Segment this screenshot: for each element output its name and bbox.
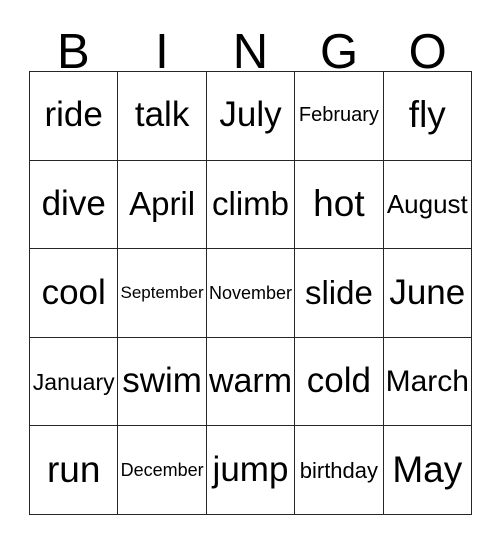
bingo-cell-r5c1[interactable]: run [30, 426, 119, 515]
bingo-header-letter-g: G [320, 24, 359, 79]
bingo-cell-r3c1[interactable]: cool [30, 249, 119, 338]
bingo-cell-label: cool [41, 272, 106, 312]
bingo-cell-r3c5[interactable]: June [383, 249, 472, 338]
bingo-cell-label: January [32, 368, 115, 395]
bingo-cell-label: November [208, 282, 292, 303]
bingo-cell-label: climb [211, 185, 289, 223]
bingo-cell-r2c1[interactable]: dive [30, 160, 119, 250]
bingo-cell-label: May [392, 448, 463, 490]
bingo-cell-label: talk [134, 95, 190, 135]
bingo-cell-label: birthday [299, 457, 379, 483]
bingo-cell-r2c3[interactable]: climb [206, 160, 296, 250]
bingo-cell-label: December [120, 459, 204, 480]
bingo-cell-r5c5[interactable]: May [383, 426, 472, 515]
bingo-cell-r4c1[interactable]: January [30, 337, 119, 427]
bingo-cell-r2c4[interactable]: hot [295, 160, 384, 250]
bingo-cell-label: ride [44, 95, 103, 135]
bingo-cell-label: July [219, 95, 282, 135]
bingo-cell-r1c1[interactable]: ride [30, 72, 119, 161]
bingo-cell-label: hot [313, 182, 365, 224]
bingo-cell-label: March [385, 364, 469, 398]
bingo-header-letter-n: N [232, 24, 269, 79]
bingo-cell-r5c2[interactable]: December [118, 426, 207, 515]
bingo-cell-r5c4[interactable]: birthday [295, 426, 384, 515]
bingo-header-letter-o: O [408, 24, 447, 79]
bingo-cell-r5c3[interactable]: jump [206, 426, 296, 515]
bingo-cell-label: slide [304, 273, 373, 311]
bingo-cell-label: June [389, 272, 466, 312]
bingo-cell-r4c5[interactable]: March [383, 337, 472, 427]
bingo-cell-label: warm [208, 361, 293, 400]
bingo-cell-label: February [298, 104, 379, 127]
bingo-cell-label: September [120, 283, 204, 303]
bingo-cell-r3c4[interactable]: slide [295, 249, 384, 338]
bingo-cell-r3c3[interactable]: November [206, 249, 296, 338]
bingo-header-letter-b: B [56, 24, 90, 79]
bingo-cell-label: swim [122, 361, 202, 401]
bingo-cell-r1c4[interactable]: February [295, 72, 384, 161]
bingo-cell-label: cold [306, 361, 371, 401]
bingo-header-letter-i: I [155, 24, 169, 79]
bingo-cell-r1c5[interactable]: fly [383, 72, 472, 161]
bingo-cell-r2c2[interactable]: April [118, 160, 207, 250]
bingo-cell-r3c2[interactable]: September [118, 249, 207, 338]
bingo-cell-label: August [386, 188, 468, 219]
bingo-cell-r1c2[interactable]: talk [118, 72, 207, 161]
bingo-cell-label: jump [212, 449, 289, 489]
bingo-cell-label: dive [41, 184, 106, 224]
bingo-cell-r1c3[interactable]: July [206, 72, 296, 161]
bingo-cell-r4c4[interactable]: cold [295, 337, 384, 427]
bingo-cell-r4c2[interactable]: swim [118, 337, 207, 427]
bingo-cell-r4c3[interactable]: warm [206, 337, 296, 427]
bingo-header-row: B I N G O [29, 20, 472, 79]
bingo-cell-label: April [129, 185, 196, 223]
bingo-cell-r2c5[interactable]: August [383, 160, 472, 250]
bingo-grid: ride talk July February fly dive April c… [29, 71, 472, 515]
bingo-card: B I N G O ride talk July February fly di… [0, 0, 500, 544]
bingo-cell-label: fly [408, 94, 446, 136]
bingo-cell-label: run [46, 448, 101, 490]
